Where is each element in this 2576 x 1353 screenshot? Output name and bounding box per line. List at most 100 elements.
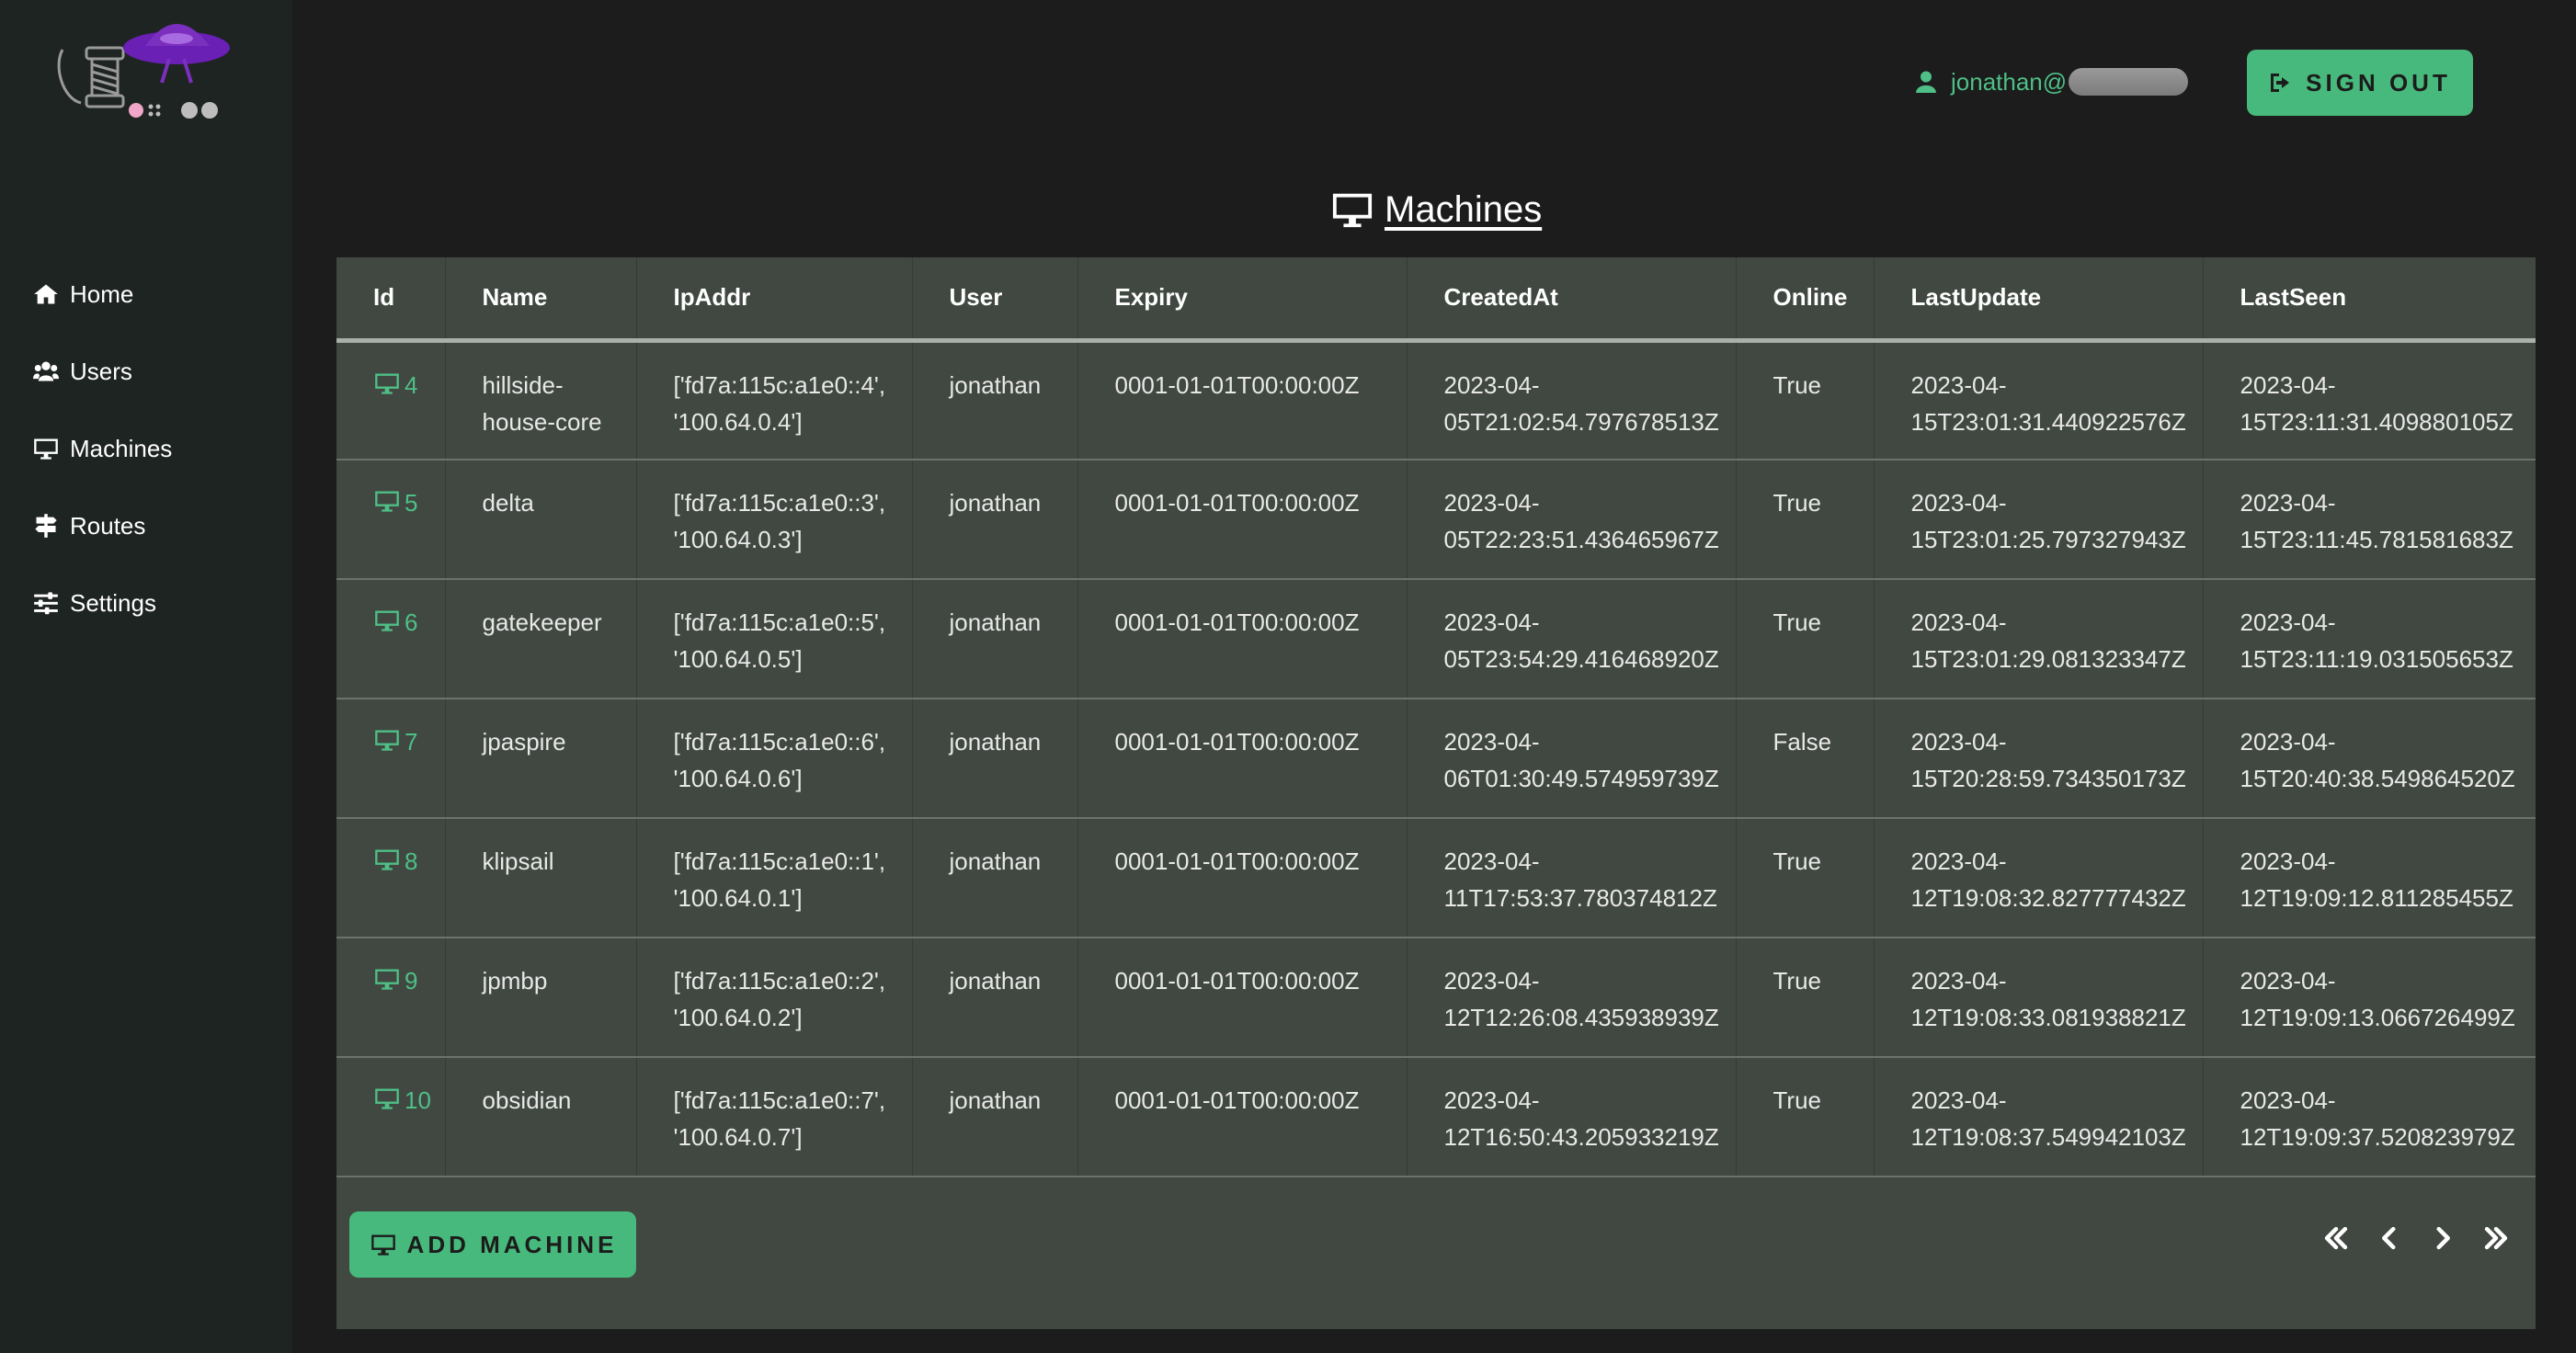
- cell-expiry: 0001-01-01T00:00:00Z: [1077, 818, 1408, 938]
- monitor-icon: [375, 491, 399, 512]
- prev-page-button[interactable]: [2363, 1210, 2416, 1267]
- cell-user: jonathan: [912, 1057, 1078, 1177]
- app-logo[interactable]: [53, 11, 237, 131]
- cell-id[interactable]: 5: [336, 460, 446, 580]
- cell-online: False: [1736, 699, 1875, 819]
- first-page-icon: [2324, 1226, 2348, 1250]
- monitor-icon: [1332, 193, 1373, 228]
- first-page-button[interactable]: [2309, 1210, 2363, 1267]
- column-header-lastseen[interactable]: LastSeen: [2203, 257, 2536, 343]
- cell-lastseen: 2023-04- 15T23:11:45.781581683Z: [2203, 460, 2536, 580]
- sidebar-item-routes[interactable]: Routes: [33, 487, 172, 564]
- user-icon: [1916, 71, 1936, 93]
- cell-user: jonathan: [912, 460, 1078, 580]
- table-row: 10 obsidian ['fd7a:115c:a1e0::7', '100.64.…: [336, 1057, 2536, 1177]
- machine-id-link[interactable]: 4: [405, 371, 417, 399]
- column-header-user[interactable]: User: [912, 257, 1078, 343]
- cell-createdat: 2023-04- 05T22:23:51.436465967Z: [1407, 460, 1737, 580]
- column-header-name[interactable]: Name: [445, 257, 637, 343]
- users-icon: [33, 358, 64, 385]
- monitor-icon: [375, 730, 399, 751]
- cell-id[interactable]: 7: [336, 699, 446, 819]
- cell-id[interactable]: 4: [336, 340, 446, 460]
- table-row: 4 hillside- house-core ['fd7a:115c:a1e0::4…: [336, 340, 2536, 460]
- column-header-online[interactable]: Online: [1736, 257, 1875, 343]
- monitor-icon: [33, 435, 64, 462]
- machine-id-link[interactable]: 10: [405, 1086, 431, 1114]
- cell-lastseen: 2023-04- 15T23:11:31.409880105Z: [2203, 340, 2536, 460]
- home-icon: [33, 280, 64, 308]
- sidebar-item-label: Settings: [70, 588, 156, 617]
- cell-id[interactable]: 6: [336, 579, 446, 699]
- sidebar-item-label: Routes: [70, 511, 146, 540]
- cell-user: jonathan: [912, 699, 1078, 819]
- cell-lastupdate: 2023-04- 15T23:01:25.797327943Z: [1874, 460, 2204, 580]
- add-machine-label: ADD MACHINE: [406, 1230, 618, 1258]
- cell-name: klipsail: [445, 818, 637, 938]
- cell-createdat: 2023-04- 06T01:30:49.574959739Z: [1407, 699, 1737, 819]
- sidebar-item-label: Machines: [70, 434, 173, 462]
- sign-out-button[interactable]: SIGN OUT: [2247, 50, 2473, 116]
- cell-name: hillside- house-core: [445, 340, 637, 460]
- sidebar-item-users[interactable]: Users: [33, 333, 172, 410]
- cell-online: True: [1736, 1057, 1875, 1177]
- cell-ipaddr: ['fd7a:115c:a1e0::6', '100.64.0.6']: [636, 699, 913, 819]
- cell-name: jpmbp: [445, 938, 637, 1058]
- prev-page-icon: [2382, 1226, 2396, 1250]
- monitor-icon: [375, 969, 399, 990]
- table-header-row: Id Name IpAddr User Expiry CreatedAt Online Las…: [336, 257, 2536, 343]
- machine-id-link[interactable]: 7: [405, 728, 417, 756]
- machines-table: Id Name IpAddr User Expiry CreatedAt Online Las…: [336, 257, 2536, 1177]
- machine-id-link[interactable]: 6: [405, 608, 417, 636]
- cell-expiry: 0001-01-01T00:00:00Z: [1077, 460, 1408, 580]
- sidebar-item-label: Home: [70, 279, 134, 308]
- add-machine-button[interactable]: ADD MACHINE: [349, 1211, 636, 1278]
- cell-ipaddr: ['fd7a:115c:a1e0::1', '100.64.0.1']: [636, 818, 913, 938]
- machine-id-link[interactable]: 8: [405, 847, 417, 875]
- cell-id[interactable]: 8: [336, 818, 446, 938]
- column-header-ipaddr[interactable]: IpAddr: [636, 257, 913, 343]
- cell-online: True: [1736, 579, 1875, 699]
- cell-lastupdate: 2023-04- 15T23:01:29.081323347Z: [1874, 579, 2204, 699]
- cell-expiry: 0001-01-01T00:00:00Z: [1077, 579, 1408, 699]
- cell-createdat: 2023-04- 05T21:02:54.797678513Z: [1407, 340, 1737, 460]
- next-page-button[interactable]: [2416, 1210, 2469, 1267]
- sidebar-item-home[interactable]: Home: [33, 256, 172, 333]
- cell-lastseen: 2023-04- 12T19:09:37.520823979Z: [2203, 1057, 2536, 1177]
- cell-expiry: 0001-01-01T00:00:00Z: [1077, 938, 1408, 1058]
- cell-id[interactable]: 9: [336, 938, 446, 1058]
- sidebar-nav: Home Users Machines Routes Settings: [33, 256, 172, 642]
- cell-name: obsidian: [445, 1057, 637, 1177]
- cell-createdat: 2023-04- 11T17:53:37.780374812Z: [1407, 818, 1737, 938]
- machine-id-link[interactable]: 5: [405, 489, 417, 517]
- cell-name: jpaspire: [445, 699, 637, 819]
- sidebar-item-machines[interactable]: Machines: [33, 410, 172, 487]
- last-page-button[interactable]: [2469, 1210, 2523, 1267]
- column-header-id[interactable]: Id: [336, 257, 446, 343]
- page-title: Machines: [1329, 184, 1542, 235]
- cell-id[interactable]: 10: [336, 1057, 446, 1177]
- cell-expiry: 0001-01-01T00:00:00Z: [1077, 699, 1408, 819]
- cell-lastupdate: 2023-04- 12T19:08:33.081938821Z: [1874, 938, 2204, 1058]
- next-page-icon: [2436, 1226, 2450, 1250]
- page-title-text[interactable]: Machines: [1385, 189, 1542, 231]
- cell-lastseen: 2023-04- 15T23:11:19.031505653Z: [2203, 579, 2536, 699]
- sidebar-item-settings[interactable]: Settings: [33, 564, 172, 642]
- column-header-lastupdate[interactable]: LastUpdate: [1874, 257, 2204, 343]
- cell-ipaddr: ['fd7a:115c:a1e0::7', '100.64.0.7']: [636, 1057, 913, 1177]
- cell-user: jonathan: [912, 818, 1078, 938]
- cell-ipaddr: ['fd7a:115c:a1e0::5', '100.64.0.5']: [636, 579, 913, 699]
- cell-expiry: 0001-01-01T00:00:00Z: [1077, 340, 1408, 460]
- cell-online: True: [1736, 818, 1875, 938]
- column-header-expiry[interactable]: Expiry: [1077, 257, 1408, 343]
- mushroom-logo-icon: [57, 24, 230, 119]
- cell-lastseen: 2023-04- 12T19:09:13.066726499Z: [2203, 938, 2536, 1058]
- cell-lastseen: 2023-04- 12T19:09:12.811285455Z: [2203, 818, 2536, 938]
- sidebar: Home Users Machines Routes Settings: [0, 0, 292, 1353]
- cell-name: gatekeeper: [445, 579, 637, 699]
- cell-lastupdate: 2023-04- 15T20:28:59.734350173Z: [1874, 699, 2204, 819]
- machine-id-link[interactable]: 9: [405, 967, 417, 995]
- user-email: jonathan@: [1951, 67, 2068, 96]
- column-header-createdat[interactable]: CreatedAt: [1407, 257, 1737, 343]
- monitor-icon: [375, 373, 399, 394]
